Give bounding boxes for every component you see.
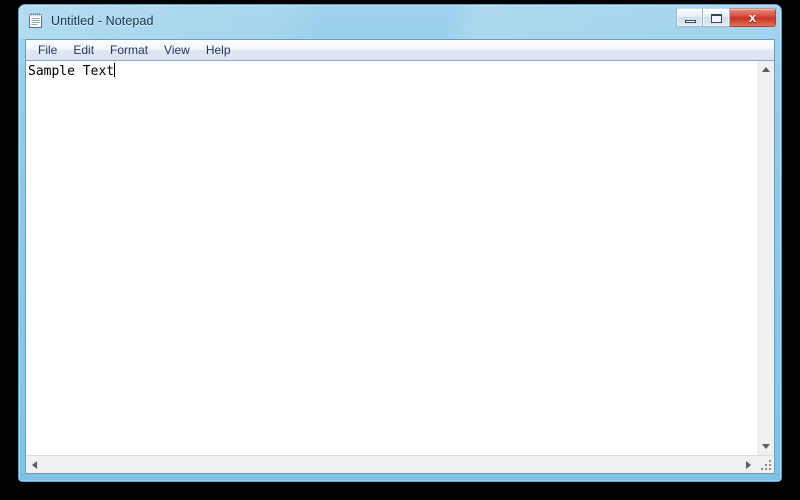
text-editor-area[interactable]: Sample Text: [26, 61, 756, 455]
resize-grip-cell[interactable]: [757, 456, 774, 473]
scroll-up-button[interactable]: [757, 61, 774, 78]
maximize-button[interactable]: [703, 8, 730, 27]
scroll-right-button[interactable]: [740, 456, 757, 473]
maximize-icon: [711, 14, 722, 23]
menu-bar: File Edit Format View Help: [26, 40, 774, 61]
menu-item-view[interactable]: View: [156, 41, 198, 60]
title-bar[interactable]: Untitled - Notepad x: [19, 5, 781, 39]
scroll-right-icon: [746, 460, 751, 469]
horizontal-scrollbar-row: [26, 455, 774, 473]
close-button[interactable]: x: [730, 8, 776, 27]
editor-text-content: Sample Text: [28, 64, 115, 79]
edit-region: Sample Text: [26, 61, 774, 473]
horizontal-scrollbar[interactable]: [26, 456, 757, 473]
close-icon: x: [748, 10, 757, 25]
scroll-left-icon: [32, 460, 37, 469]
menu-item-file[interactable]: File: [30, 41, 65, 60]
notepad-document-icon: [28, 12, 44, 29]
notepad-window: Untitled - Notepad x File Edit Format Vi…: [18, 4, 782, 482]
scroll-down-icon: [761, 444, 770, 449]
minimize-icon: [685, 20, 696, 23]
menu-item-help[interactable]: Help: [198, 41, 239, 60]
menu-item-format[interactable]: Format: [102, 41, 156, 60]
menu-item-edit[interactable]: Edit: [65, 41, 102, 60]
scroll-left-button[interactable]: [26, 456, 43, 473]
edit-row: Sample Text: [26, 61, 774, 455]
scroll-up-icon: [761, 67, 770, 72]
title-bar-left-group: Untitled - Notepad: [28, 12, 154, 29]
resize-grip-icon: [761, 460, 772, 471]
scroll-down-button[interactable]: [757, 438, 774, 455]
window-client-area: File Edit Format View Help Sample Text: [25, 39, 775, 474]
window-controls-group: x: [676, 8, 776, 27]
vertical-scrollbar[interactable]: [756, 61, 774, 455]
text-caret: [114, 63, 116, 77]
minimize-button[interactable]: [676, 8, 703, 27]
window-title: Untitled - Notepad: [51, 13, 154, 28]
